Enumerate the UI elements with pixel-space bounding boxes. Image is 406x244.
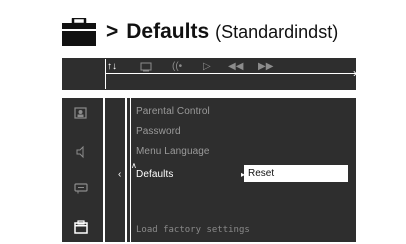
rewind-icon[interactable]: ◀◀ — [228, 61, 243, 73]
menu-divider-inner — [130, 98, 131, 242]
picture-icon[interactable] — [73, 106, 89, 120]
settings-panel: Parental Control Password Menu Language … — [62, 98, 356, 242]
speaker-icon[interactable] — [73, 145, 89, 159]
up-arrow-icon: ∧ — [131, 161, 137, 170]
top-menu-bar: ↑↓ ((• ▷ ◀◀ ▶▶ › — [62, 58, 357, 90]
sidebar-divider — [103, 98, 105, 242]
menu-item-parental-control[interactable]: Parental Control — [136, 106, 210, 117]
top-vertical-line — [105, 59, 106, 89]
preferences-icon[interactable] — [73, 220, 89, 234]
top-horizontal-line — [106, 73, 356, 74]
left-arrow-icon: ‹ — [118, 169, 122, 180]
heading-subtitle: (Standardindst) — [215, 21, 339, 42]
menu-item-password[interactable]: Password — [136, 126, 181, 137]
forward-icon[interactable]: ▶▶ — [258, 61, 273, 73]
menu-item-menu-language[interactable]: Menu Language — [136, 146, 210, 157]
heading-arrow: > — [106, 20, 119, 43]
audio-icon[interactable]: ((• — [172, 61, 182, 73]
play-icon[interactable]: ▷ — [203, 61, 211, 73]
option-reset[interactable]: Reset — [244, 165, 348, 182]
arrow-right-icon: › — [353, 66, 357, 80]
sidebar — [62, 98, 102, 242]
screen-icon[interactable] — [140, 61, 152, 73]
menu-divider-outer — [125, 98, 127, 242]
page-heading: > Defaults (Standardindst) — [62, 14, 338, 50]
subtitle-icon[interactable] — [73, 181, 89, 195]
setup-icon[interactable]: ↑↓ — [107, 61, 117, 73]
heading-title: Defaults — [126, 20, 210, 43]
status-text: Load factory settings — [136, 225, 250, 235]
suitcase-icon — [62, 18, 96, 46]
menu-item-defaults[interactable]: Defaults — [136, 169, 174, 180]
